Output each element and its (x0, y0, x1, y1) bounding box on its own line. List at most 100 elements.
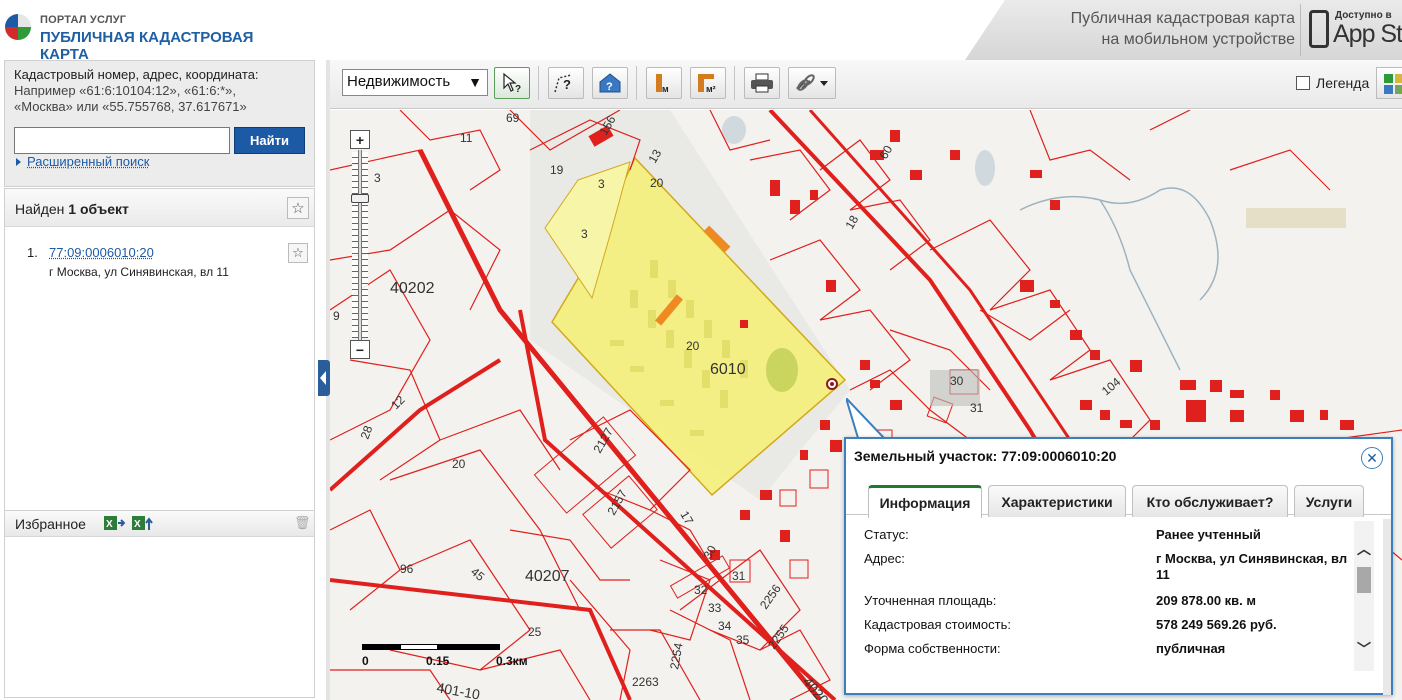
map-label: 20 (452, 457, 466, 471)
scroll-up-icon[interactable]: ︿ (1357, 539, 1371, 559)
info-value: 578 249 569.26 руб. (1156, 617, 1277, 632)
info-key: Уточненная площадь: (864, 593, 997, 608)
legend-label: Легенда (1316, 75, 1370, 91)
app-store-badge[interactable]: Доступно в App Store (1300, 4, 1402, 56)
portal-logo[interactable]: ПОРТАЛ УСЛУГ ПУБЛИЧНАЯ КАДАСТРОВАЯ КАРТА (0, 4, 300, 63)
result-cadastral-link[interactable]: 77:09:0006010:20 (49, 245, 154, 260)
measure-length-button[interactable]: м (646, 67, 682, 99)
collapse-panel-button[interactable] (318, 360, 330, 396)
search-hint-line-2: Например «61:6:10104:12», «61:6:*», (14, 83, 237, 98)
search-input[interactable] (14, 127, 230, 154)
popup-tabs: Информация Характеристики Кто обслуживае… (846, 481, 1391, 518)
scroll-down-icon[interactable]: ﹀ (1357, 639, 1371, 659)
toolbar-separator (734, 66, 735, 100)
tab-services[interactable]: Услуги (1294, 485, 1364, 517)
map-label: 33 (708, 601, 722, 615)
triangle-right-icon (16, 158, 21, 166)
favorites-panel: Избранное X X 🗑 (4, 510, 315, 698)
toolbar-separator (636, 66, 637, 100)
zoom-in-button[interactable]: + (350, 130, 370, 149)
chevron-down-icon: ▼ (468, 74, 482, 90)
scale-segment (362, 644, 400, 650)
excel-export-icon[interactable]: X (131, 514, 153, 532)
result-number: 1. (27, 245, 38, 260)
zoom-out-button[interactable]: − (350, 340, 370, 359)
popup-scrollbar[interactable]: ︿ ﹀ (1354, 521, 1374, 671)
results-found-prefix: Найден (15, 201, 65, 217)
info-key: Адрес: (864, 551, 905, 566)
logo-portal-text: ПОРТАЛ УСЛУГ (40, 14, 127, 26)
advanced-search-link[interactable]: Расширенный поиск (16, 154, 149, 169)
zoom-control[interactable]: + − (350, 130, 370, 360)
house-question-icon: ? (599, 73, 621, 93)
layers-grid-button[interactable] (1376, 67, 1402, 99)
building-query-button[interactable]: ? (592, 67, 628, 99)
svg-text:?: ? (563, 77, 571, 92)
chain-link-icon (796, 74, 828, 91)
map-label: 9 (333, 309, 340, 323)
map-label: 3 (374, 171, 381, 185)
grid-icon (1384, 74, 1402, 94)
left-panel: Кадастровый номер, адрес, координата: На… (0, 60, 318, 700)
info-value: 209 878.00 кв. м (1156, 593, 1257, 608)
store-name-text: App Store (1333, 20, 1402, 48)
trash-icon[interactable]: 🗑 (294, 515, 311, 531)
outer-scrollbar[interactable] (1383, 519, 1391, 695)
results-found-count: 1 объект (68, 201, 129, 217)
result-address: г Москва, ул Синявинская, вл 11 (49, 265, 229, 279)
legend-checkbox[interactable] (1296, 76, 1310, 90)
printer-icon (751, 73, 773, 93)
map-label: 3 (581, 227, 588, 241)
results-header: Найден 1 объект ☆ (5, 189, 314, 227)
zoom-track[interactable] (358, 150, 362, 340)
map-label: 2263 (632, 675, 659, 689)
polygon-question-icon: ? (554, 74, 572, 93)
close-icon[interactable]: ✕ (1361, 447, 1383, 469)
zoom-slider-handle[interactable] (351, 194, 369, 203)
search-hint-line-3: «Москва» или «55.755768, 37.617671» (14, 99, 247, 114)
scale-label-mid: 0.15 (426, 654, 450, 668)
measure-area-button[interactable]: м² (690, 67, 726, 99)
legend-toggle[interactable]: Легенда (1296, 75, 1369, 91)
favorite-star-icon[interactable]: ☆ (288, 243, 308, 263)
map-label: 19 (550, 163, 564, 177)
header: ПОРТАЛ УСЛУГ ПУБЛИЧНАЯ КАДАСТРОВАЯ КАРТА… (0, 0, 1402, 63)
link-button[interactable] (788, 67, 836, 99)
search-hint-line-1: Кадастровый номер, адрес, координата: (14, 67, 259, 82)
map-label: 31 (970, 401, 984, 415)
area-query-button[interactable]: ? (548, 67, 584, 99)
logo-map-title: ПУБЛИЧНАЯ КАДАСТРОВАЯ КАРТА (40, 29, 254, 63)
svg-text:м: м (662, 84, 669, 94)
tab-who-serves[interactable]: Кто обслуживает? (1132, 485, 1288, 517)
mobile-promo-banner[interactable]: Публичная кадастровая карта на мобильном… (965, 0, 1402, 60)
scale-segment (438, 644, 500, 650)
parcel-info-popup: Земельный участок: 77:09:0006010:20 ✕ Ин… (844, 437, 1393, 695)
info-key: Статус: (864, 527, 909, 542)
map-label: 35 (736, 633, 750, 647)
search-button[interactable]: Найти (234, 127, 305, 154)
map-label: 34 (718, 619, 732, 633)
tab-info[interactable]: Информация (868, 485, 982, 518)
map-label: 30 (950, 374, 964, 388)
popup-title: Земельный участок: 77:09:0006010:20 (854, 448, 1117, 464)
scale-segment (400, 644, 438, 650)
map-label: 96 (400, 562, 414, 576)
favorite-all-star-icon[interactable]: ☆ (287, 197, 309, 219)
excel-import-icon[interactable]: X (103, 514, 125, 532)
selected-parcel-marker[interactable] (826, 378, 838, 390)
promo-line-1: Публичная кадастровая карта (1070, 10, 1295, 27)
map-label: 31 (732, 569, 746, 583)
identify-pointer-button[interactable]: ? (494, 67, 530, 99)
scroll-thumb[interactable] (1357, 567, 1371, 593)
promo-line-2: на мобильном устройстве (1101, 31, 1295, 48)
logo-icon (5, 14, 31, 40)
svg-text:X: X (106, 519, 113, 530)
list-item[interactable]: 1. 77:09:0006010:20 г Москва, ул Синявин… (5, 239, 314, 289)
print-button[interactable] (744, 67, 780, 99)
info-key: Форма собственности: (864, 641, 1001, 656)
scale-bar: 0 0.15 0.3км (362, 640, 542, 670)
results-count: Найден 1 объект (15, 201, 129, 217)
layer-select[interactable]: Недвижимость ▼ (342, 69, 488, 96)
svg-text:X: X (134, 519, 141, 530)
tab-characteristics[interactable]: Характеристики (988, 485, 1126, 517)
